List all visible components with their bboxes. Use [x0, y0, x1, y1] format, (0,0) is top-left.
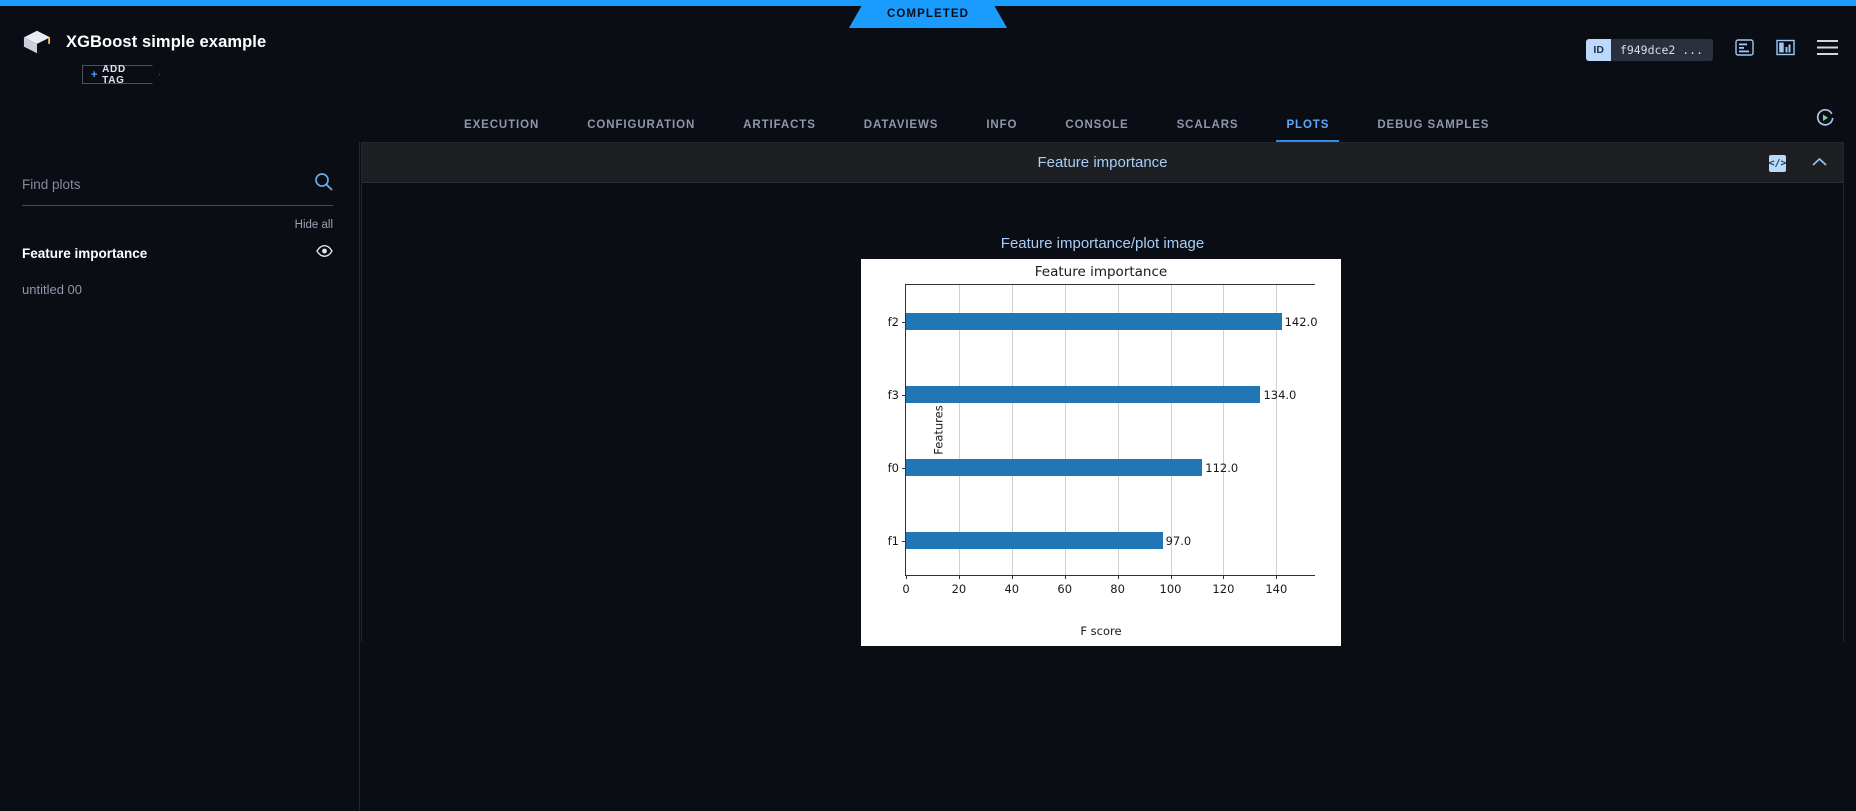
tab-configuration[interactable]: CONFIGURATION [563, 119, 719, 142]
bar: 97.0 [906, 532, 1163, 549]
bar-group: 97.0f1 [906, 532, 1163, 549]
split-view-icon[interactable] [1776, 38, 1795, 62]
sidebar-item-label: Feature importance [22, 246, 147, 261]
search-icon[interactable] [314, 172, 333, 196]
content-area: Hide all Feature importance untitled 00 … [0, 142, 1856, 811]
tab-info[interactable]: INFO [962, 119, 1041, 142]
code-view-icon[interactable]: </> [1769, 155, 1786, 172]
bar-group: 142.0f2 [906, 313, 1282, 330]
y-tick-label: f3 [888, 388, 899, 402]
hamburger-menu-icon[interactable] [1817, 39, 1838, 61]
bar-value-label: 97.0 [1166, 534, 1192, 548]
plot-card-actions: </> [1769, 143, 1827, 183]
chevron-up-icon[interactable] [1812, 154, 1827, 172]
x-tick-label: 120 [1212, 582, 1234, 596]
header-right: ID f949dce2 ... [1586, 38, 1838, 62]
chart-title: Feature importance [861, 264, 1341, 280]
x-tick-mark [1012, 575, 1013, 579]
x-tick-label: 100 [1160, 582, 1182, 596]
header-left: XGBoost simple example + ADD TAG [22, 28, 266, 84]
y-tick-label: f1 [888, 534, 899, 548]
x-tick-mark [1065, 575, 1066, 579]
add-tag-label: ADD TAG [102, 64, 148, 86]
plot-card-header: Feature importance </> [362, 143, 1843, 183]
search-input[interactable] [22, 177, 314, 192]
y-tick-mark [902, 322, 906, 323]
tab-dataviews[interactable]: DATAVIEWS [840, 119, 963, 142]
tab-plots[interactable]: PLOTS [1262, 119, 1353, 142]
x-tick-label: 40 [1004, 582, 1019, 596]
x-tick-mark [1276, 575, 1277, 579]
plots-main: Feature importance </> Feature importanc… [361, 142, 1856, 811]
y-tick-label: f2 [888, 315, 899, 329]
eye-icon[interactable] [316, 244, 333, 262]
tab-list: EXECUTIONCONFIGURATIONARTIFACTSDATAVIEWS… [440, 119, 1513, 142]
task-id-key: ID [1586, 39, 1611, 61]
search-row [22, 172, 333, 206]
y-axis-label: Features [932, 405, 946, 454]
x-tick-label: 140 [1265, 582, 1287, 596]
project-title-row: XGBoost simple example [22, 28, 266, 56]
tab-scalars[interactable]: SCALARS [1153, 119, 1263, 142]
x-tick-mark [906, 575, 907, 579]
axis-spine [906, 575, 1315, 576]
page-title: XGBoost simple example [66, 33, 266, 52]
plot-card: Feature importance </> Feature importanc… [361, 142, 1844, 642]
y-tick-mark [902, 468, 906, 469]
hide-all-button[interactable]: Hide all [22, 219, 333, 231]
bar-value-label: 142.0 [1285, 315, 1318, 329]
bar-value-label: 112.0 [1205, 461, 1238, 475]
x-tick-label: 60 [1057, 582, 1072, 596]
sidebar-item-feature-importance[interactable]: Feature importance [22, 244, 333, 262]
bar-value-label: 134.0 [1263, 388, 1296, 402]
tab-artifacts[interactable]: ARTIFACTS [719, 119, 840, 142]
plot-caption: Feature importance/plot image [362, 235, 1843, 252]
y-tick-mark [902, 395, 906, 396]
x-tick-mark [959, 575, 960, 579]
plots-sidebar: Hide all Feature importance untitled 00 [0, 142, 360, 811]
list-item[interactable]: untitled 00 [22, 282, 333, 297]
graduation-cap-logo-icon [22, 28, 52, 56]
matplotlib-figure: Feature importance Features 0 20 40 60 80 100… [861, 259, 1341, 646]
add-tag-button[interactable]: + ADD TAG [82, 65, 160, 84]
auto-refresh-icon[interactable] [1814, 107, 1836, 134]
details-panel-icon[interactable] [1735, 38, 1754, 62]
bar: 112.0 [906, 459, 1202, 476]
task-id-chip[interactable]: ID f949dce2 ... [1586, 39, 1713, 61]
tab-execution[interactable]: EXECUTION [440, 119, 563, 142]
main-tabbar: EXECUTIONCONFIGURATIONARTIFACTSDATAVIEWS… [0, 102, 1856, 142]
task-id-value: f949dce2 ... [1611, 39, 1713, 61]
x-axis-label: F score [861, 624, 1341, 638]
y-tick-label: f0 [888, 461, 899, 475]
x-tick-mark [1171, 575, 1172, 579]
x-tick-mark [1118, 575, 1119, 579]
bar: 142.0 [906, 313, 1282, 330]
x-tick-label: 80 [1110, 582, 1125, 596]
x-tick-mark [1223, 575, 1224, 579]
y-tick-mark [902, 541, 906, 542]
plus-icon: + [91, 69, 98, 81]
x-tick-label: 0 [902, 582, 909, 596]
bar: 134.0 [906, 386, 1260, 403]
bar-group: 134.0f3 [906, 386, 1260, 403]
tab-debug-samples[interactable]: DEBUG SAMPLES [1353, 119, 1513, 142]
chart-axes: Features 020406080100120140142.0f2134.0f… [905, 284, 1315, 576]
x-tick-label: 20 [952, 582, 967, 596]
plot-card-body: Feature importance/plot image Feature im… [362, 183, 1843, 642]
bar-group: 112.0f0 [906, 459, 1202, 476]
plot-card-title: Feature importance [1037, 154, 1167, 171]
tab-console[interactable]: CONSOLE [1041, 119, 1152, 142]
status-badge: COMPLETED [849, 0, 1007, 28]
